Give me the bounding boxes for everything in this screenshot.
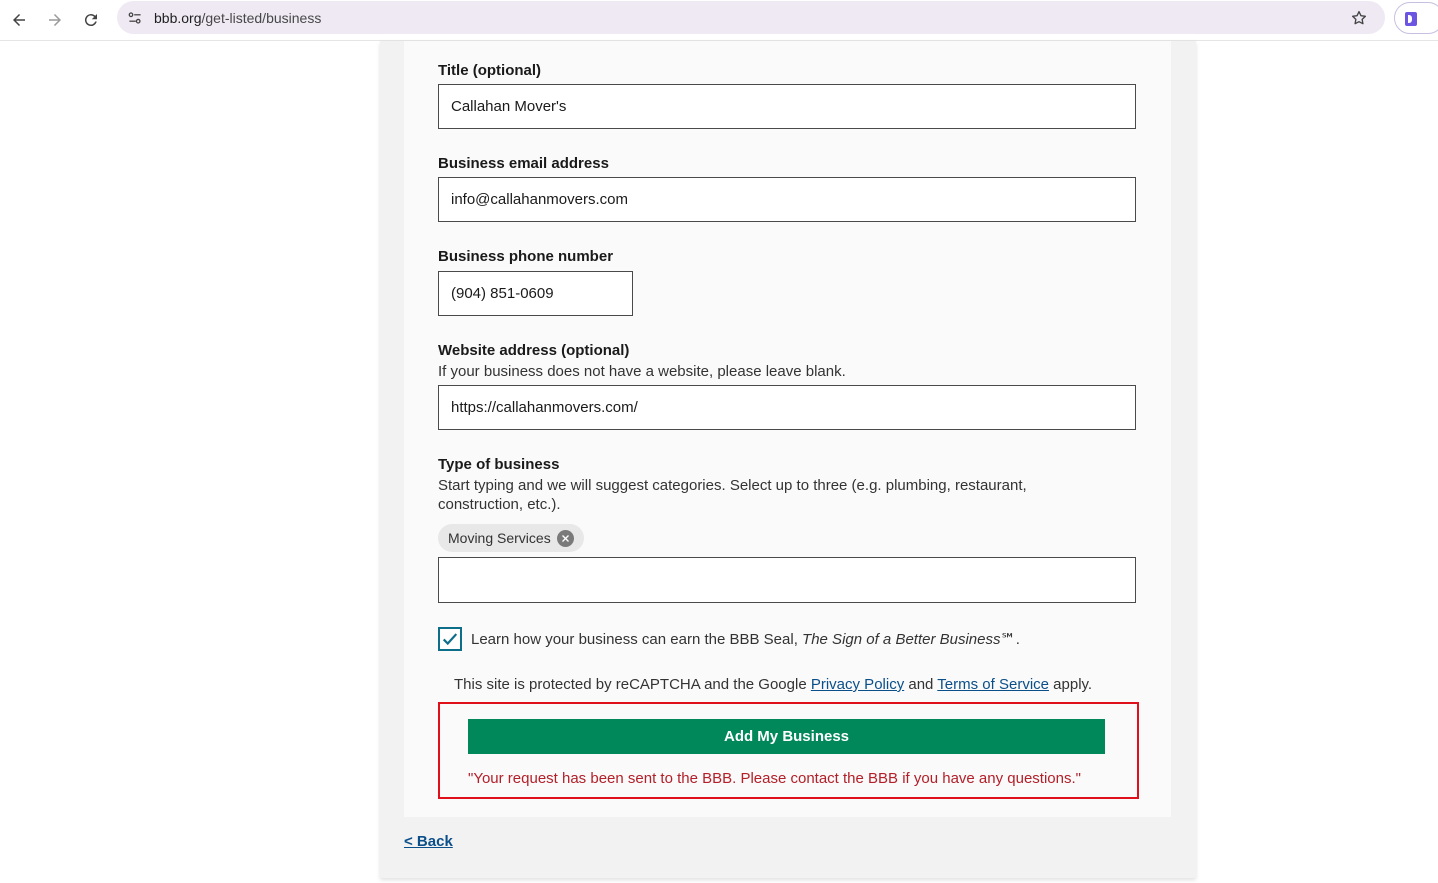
website-input[interactable]: https://callahanmovers.com/ xyxy=(438,385,1136,430)
terms-of-service-link[interactable]: Terms of Service xyxy=(937,676,1049,693)
business-type-hint: Start typing and we will suggest categor… xyxy=(438,477,1027,513)
business-form: Title (optional) Callahan Mover's Busine… xyxy=(404,41,1171,817)
success-message: "Your request has been sent to the BBB. … xyxy=(468,770,1081,787)
category-chip-label: Moving Services xyxy=(448,530,551,546)
back-arrow-icon[interactable] xyxy=(5,6,33,34)
bbb-seal-checkbox-label: Learn how your business can earn the BBB… xyxy=(471,631,1020,648)
address-bar[interactable]: bbb.org/get-listed/business xyxy=(117,1,1385,34)
business-type-label: Type of business xyxy=(438,456,560,473)
site-settings-icon[interactable] xyxy=(125,8,145,28)
category-chip: Moving Services xyxy=(438,524,584,552)
extension-icon xyxy=(1405,12,1417,26)
bbb-seal-checkbox[interactable] xyxy=(438,627,462,651)
bookmark-star-icon[interactable] xyxy=(1349,8,1369,28)
title-label: Title (optional) xyxy=(438,62,542,79)
website-label: Website address (optional) xyxy=(438,342,630,359)
reload-icon[interactable] xyxy=(77,6,105,34)
browser-toolbar: bbb.org/get-listed/business xyxy=(0,0,1438,41)
page-container: Title (optional) Callahan Mover's Busine… xyxy=(380,41,1196,878)
email-input[interactable]: info@callahanmovers.com xyxy=(438,177,1136,222)
back-link[interactable]: < Back xyxy=(404,833,453,850)
email-label: Business email address xyxy=(438,155,609,172)
remove-chip-icon[interactable] xyxy=(556,529,574,547)
website-hint: If your business does not have a website… xyxy=(438,363,846,380)
extension-button[interactable] xyxy=(1394,2,1438,34)
checkmark-icon xyxy=(442,633,458,646)
submit-highlight-box: Add My Business "Your request has been s… xyxy=(438,702,1139,799)
title-input[interactable]: Callahan Mover's xyxy=(438,84,1136,129)
forward-arrow-icon[interactable] xyxy=(41,6,69,34)
url-text[interactable]: bbb.org/get-listed/business xyxy=(154,10,321,26)
business-type-input[interactable] xyxy=(438,557,1136,603)
recaptcha-notice: This site is protected by reCAPTCHA and … xyxy=(454,676,1093,693)
add-my-business-button[interactable]: Add My Business xyxy=(468,719,1105,754)
privacy-policy-link[interactable]: Privacy Policy xyxy=(811,676,904,693)
phone-label: Business phone number xyxy=(438,248,614,265)
phone-input[interactable]: (904) 851-0609 xyxy=(438,271,633,316)
